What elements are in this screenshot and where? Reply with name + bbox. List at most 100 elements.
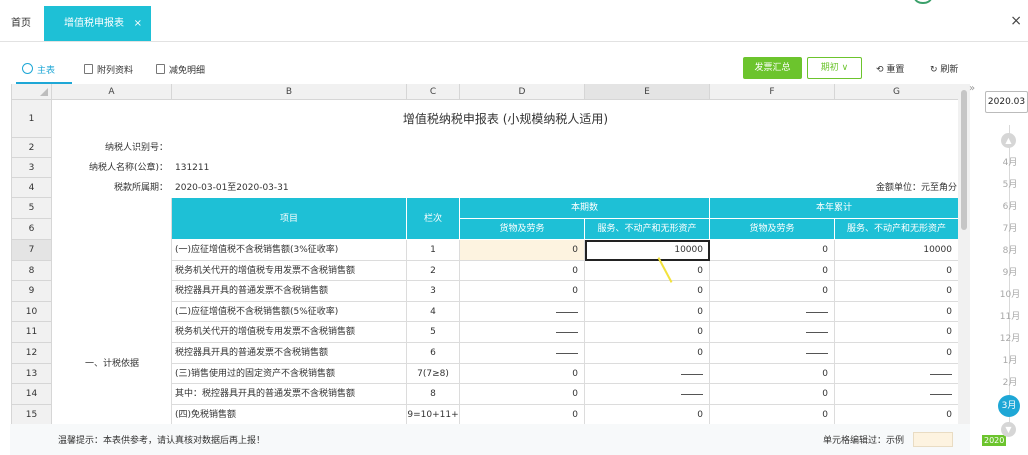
window-close-icon[interactable]: × [1010, 13, 1022, 29]
value-cell-d[interactable]: 0 [460, 384, 585, 405]
subtab-main-label: 主表 [37, 66, 56, 76]
column-header-f[interactable]: F [710, 84, 835, 100]
column-header-g[interactable]: G [835, 84, 958, 100]
value-cell-e [585, 384, 710, 405]
selected-period[interactable]: 2020.03 [985, 91, 1028, 113]
month-item[interactable]: 6月 [998, 199, 1022, 212]
ytd-goods-header: 货物及劳务 [710, 219, 835, 240]
month-item[interactable]: 2月 [998, 375, 1022, 388]
month-item[interactable]: 5月 [998, 177, 1022, 190]
value-cell-d [460, 343, 585, 364]
month-item[interactable]: 10月 [998, 287, 1022, 300]
value-cell-g [835, 364, 958, 384]
subtab-exemptions[interactable]: 减免明细 [156, 60, 205, 82]
column-header-b[interactable]: B [172, 84, 407, 100]
tab-close-icon[interactable]: × [134, 6, 142, 41]
month-item[interactable]: 12月 [998, 331, 1022, 344]
month-active[interactable]: 3月 [998, 395, 1020, 417]
spreadsheet[interactable]: A B C D E F G 1 2 3 4 5 6 增值税纳税申报表 (小规模纳… [11, 84, 958, 424]
row-header[interactable]: 10 [12, 302, 52, 322]
top-tab-bar: 首页 增值税申报表 × × [0, 0, 1028, 42]
amount-unit-label: 金额单位：元至角分 [875, 183, 957, 193]
subtab-main[interactable]: 主表 [22, 60, 55, 82]
value-cell-e[interactable]: 0 [585, 343, 710, 364]
row-header[interactable]: 15 [12, 405, 52, 424]
value-cell-g[interactable]: 10000 [835, 240, 958, 261]
month-item[interactable]: 9月 [998, 265, 1022, 278]
period-down-icon[interactable]: ▼ [1001, 422, 1016, 437]
value-cell-g[interactable]: 0 [835, 281, 958, 302]
row-header-6[interactable]: 6 [12, 219, 52, 240]
document-icon [84, 64, 93, 74]
row-header-2[interactable]: 2 [12, 138, 52, 158]
reset-button[interactable]: ⟲ 重置 [876, 62, 904, 75]
row-header[interactable]: 7 [12, 240, 52, 261]
edited-legend-swatch [913, 432, 953, 447]
row-header-3[interactable]: 3 [12, 158, 52, 178]
select-all-corner[interactable] [12, 84, 52, 100]
value-cell-e[interactable]: 0 [585, 322, 710, 343]
month-item[interactable]: 4月 [998, 155, 1022, 168]
refresh-button[interactable]: ↻ 刷新 [930, 62, 958, 75]
row-header[interactable]: 9 [12, 281, 52, 302]
value-cell-f[interactable]: 0 [710, 261, 835, 281]
period-start-dropdown[interactable]: 期初 ∨ [807, 57, 862, 79]
row-header[interactable]: 13 [12, 364, 52, 384]
period-up-icon[interactable]: ▲ [1001, 133, 1016, 148]
value-cell-d[interactable]: 0 [460, 281, 585, 302]
row-header[interactable]: 12 [12, 343, 52, 364]
row-header[interactable]: 11 [12, 322, 52, 343]
value-cell-g[interactable]: 0 [835, 343, 958, 364]
item-cell: 税控器具开具的普通发票不含税销售额 [172, 281, 407, 302]
month-item[interactable]: 11月 [998, 309, 1022, 322]
column-header-c[interactable]: C [407, 84, 460, 100]
value-cell-f[interactable]: 0 [710, 364, 835, 384]
value-cell-e[interactable]: 0 [585, 261, 710, 281]
scrollbar-thumb[interactable] [961, 90, 967, 230]
value-cell-g[interactable]: 0 [835, 302, 958, 322]
value-cell-f[interactable]: 0 [710, 405, 835, 424]
column-header-a[interactable]: A [52, 84, 172, 100]
vertical-scrollbar[interactable] [958, 84, 970, 424]
month-item[interactable]: 1月 [998, 353, 1022, 366]
value-cell-g[interactable]: 0 [835, 405, 958, 424]
line-no-cell: 7(7≥8) [407, 364, 460, 384]
item-cell: (三)销售使用过的固定资产不含税销售额 [172, 364, 407, 384]
row-header-5[interactable]: 5 [12, 198, 52, 219]
column-header-d[interactable]: D [460, 84, 585, 100]
value-cell-f[interactable]: 0 [710, 240, 835, 261]
subtab-attachments[interactable]: 附列资料 [84, 60, 133, 82]
value-cell-g[interactable]: 0 [835, 322, 958, 343]
value-cell-d[interactable]: 0 [460, 364, 585, 384]
value-cell-d[interactable]: 0 [460, 261, 585, 281]
item-cell: 税控器具开具的普通发票不含税销售额 [172, 343, 407, 364]
tab-vat-return[interactable]: 增值税申报表 × [44, 6, 151, 41]
taxpayer-name-value[interactable]: 131211 [175, 158, 375, 178]
value-cell-g[interactable]: 0 [835, 261, 958, 281]
column-header-e[interactable]: E [585, 84, 710, 100]
document-icon [156, 64, 165, 74]
row-header-4[interactable]: 4 [12, 178, 52, 198]
invoice-summary-button[interactable]: 发票汇总 [743, 57, 802, 79]
month-item[interactable]: 7月 [998, 221, 1022, 234]
value-cell-d[interactable]: 0 [460, 240, 585, 261]
reset-icon: ⟲ [876, 65, 884, 75]
value-cell-f[interactable]: 0 [710, 281, 835, 302]
item-cell: (一)应征增值税不含税销售额(3%征收率) [172, 240, 407, 261]
expand-panel-icon[interactable]: » [969, 83, 975, 94]
row-header[interactable]: 8 [12, 261, 52, 281]
row-header[interactable]: 14 [12, 384, 52, 405]
value-cell-d[interactable]: 0 [460, 405, 585, 424]
value-cell-e[interactable]: 0 [585, 281, 710, 302]
value-cell-f[interactable]: 0 [710, 384, 835, 405]
value-cell-e[interactable]: 0 [585, 302, 710, 322]
tax-period-label: 税款所属期： [113, 183, 168, 193]
tab-home[interactable]: 首页 [0, 6, 42, 41]
row-header-1[interactable]: 1 [12, 100, 52, 138]
value-cell-d [460, 322, 585, 343]
value-cell-e[interactable]: 10000 [585, 240, 710, 261]
month-item[interactable]: 8月 [998, 243, 1022, 256]
section-label: 一、计税依据 [84, 359, 139, 369]
sheet-toolbar: 主表 附列资料 减免明细 发票汇总 期初 ∨ ⟲ 重置 ↻ 刷新 [10, 50, 970, 86]
value-cell-e[interactable]: 0 [585, 405, 710, 424]
